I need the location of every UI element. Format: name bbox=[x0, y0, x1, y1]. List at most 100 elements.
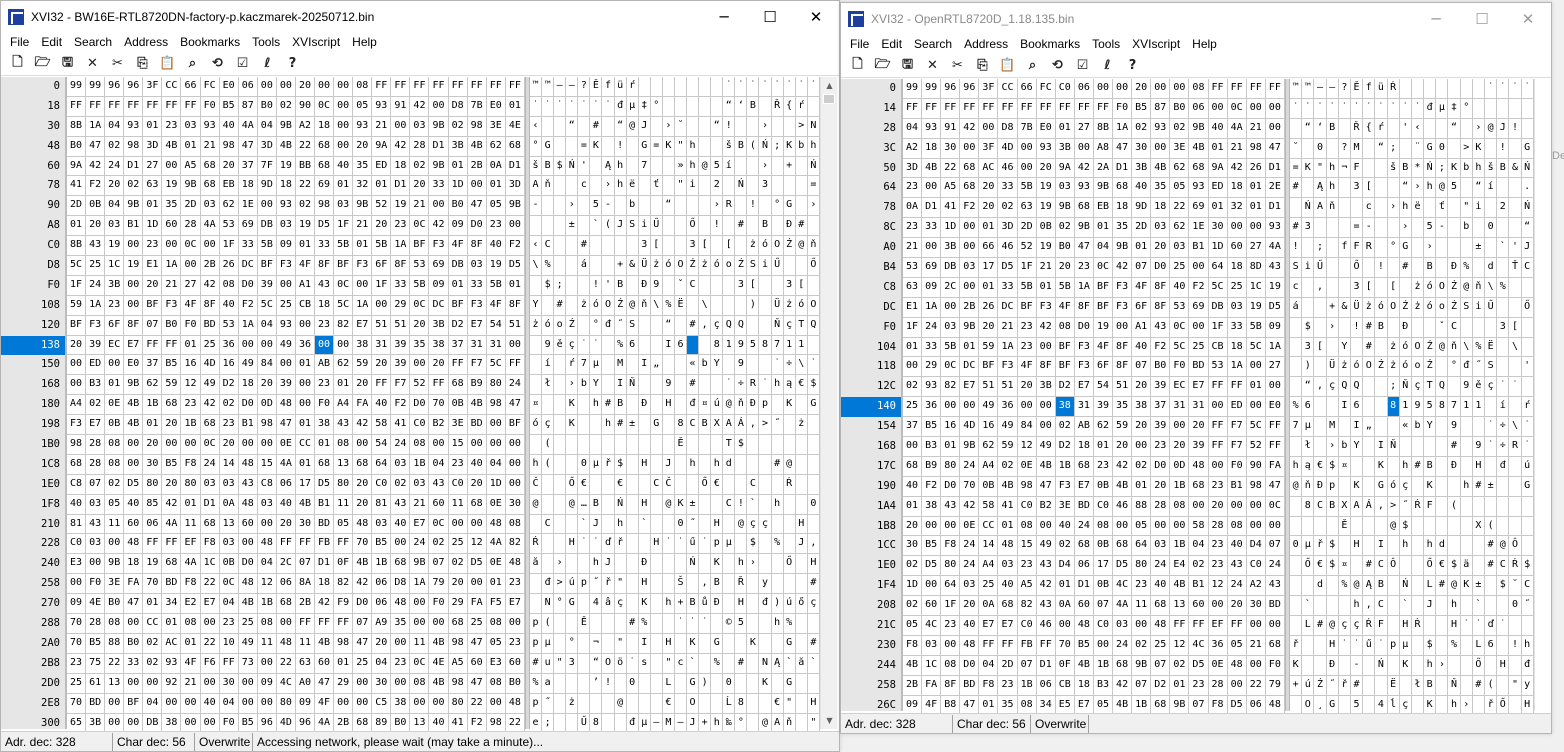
hex-byte-cell[interactable]: DC bbox=[238, 256, 258, 276]
text-char-cell[interactable]: – bbox=[566, 77, 579, 97]
text-char-cell[interactable]: H bbox=[795, 514, 808, 535]
hex-byte-cell[interactable]: 48 bbox=[257, 534, 277, 555]
text-char-cell[interactable]: – bbox=[1326, 79, 1339, 99]
text-char-cell[interactable] bbox=[626, 435, 639, 455]
hex-byte-cell[interactable]: 05 bbox=[1170, 178, 1190, 199]
text-char-cell[interactable]: h bbox=[771, 614, 784, 634]
hex-byte-cell[interactable]: 3B bbox=[448, 136, 468, 157]
hex-byte-cell[interactable]: 00 bbox=[334, 77, 354, 97]
text-char-cell[interactable] bbox=[578, 415, 591, 436]
text-char-cell[interactable] bbox=[723, 176, 736, 197]
text-char-cell[interactable]: S bbox=[1290, 258, 1303, 278]
text-char-cell[interactable]: ˙ bbox=[566, 96, 579, 117]
text-char-cell[interactable] bbox=[1521, 536, 1534, 557]
hex-byte-cell[interactable]: 93 bbox=[200, 116, 220, 137]
hex-byte-cell[interactable]: 42 bbox=[1074, 158, 1094, 179]
text-char-cell[interactable]: đ bbox=[759, 594, 772, 615]
text-char-cell[interactable]: ` bbox=[783, 653, 796, 674]
hex-byte-cell[interactable]: 00 bbox=[1246, 98, 1266, 119]
text-char-cell[interactable] bbox=[1509, 456, 1522, 477]
hex-byte-cell[interactable]: 9A bbox=[67, 156, 87, 177]
hex-byte-cell[interactable]: 98 bbox=[1246, 476, 1266, 497]
hex-byte-cell[interactable]: 1E bbox=[1189, 218, 1209, 239]
text-char-cell[interactable] bbox=[530, 275, 543, 296]
text-char-cell[interactable]: $ bbox=[735, 435, 748, 455]
text-char-cell[interactable]: H bbox=[662, 633, 675, 654]
hex-byte-cell[interactable]: A5 bbox=[941, 178, 961, 199]
text-char-cell[interactable]: ż bbox=[566, 693, 579, 714]
text-char-cell[interactable]: + bbox=[1326, 297, 1339, 318]
hex-byte-cell[interactable]: 00 bbox=[391, 633, 411, 654]
hex-byte-cell[interactable]: 0C bbox=[429, 514, 449, 535]
text-char-cell[interactable] bbox=[711, 295, 724, 316]
menu-address[interactable]: Address bbox=[118, 35, 174, 49]
hex-byte-cell[interactable]: 00 bbox=[505, 216, 525, 237]
hex-byte-cell[interactable]: 21 bbox=[903, 238, 923, 259]
hex-byte-cell[interactable]: FA bbox=[124, 574, 144, 595]
properties-icon[interactable]: ☑ bbox=[1070, 56, 1095, 76]
menu-help[interactable]: Help bbox=[1186, 37, 1223, 51]
text-char-cell[interactable] bbox=[650, 673, 663, 694]
hex-byte-cell[interactable]: D1 bbox=[505, 156, 525, 177]
text-char-cell[interactable] bbox=[699, 216, 712, 237]
menu-xviscript[interactable]: XVIscript bbox=[286, 35, 346, 49]
text-char-cell[interactable]: › bbox=[662, 116, 675, 137]
hex-byte-cell[interactable]: 20 bbox=[219, 156, 239, 177]
text-char-cell[interactable] bbox=[1387, 655, 1400, 676]
text-char-cell[interactable] bbox=[759, 275, 772, 296]
text-char-cell[interactable]: ż bbox=[578, 295, 591, 316]
text-char-cell[interactable]: ! bbox=[1509, 118, 1522, 139]
hex-byte-cell[interactable]: 2E bbox=[1265, 178, 1285, 199]
hex-byte-cell[interactable]: 2B bbox=[903, 675, 923, 696]
text-char-cell[interactable]: # bbox=[795, 216, 808, 237]
hex-byte-cell[interactable]: 15 bbox=[448, 435, 468, 455]
text-char-cell[interactable]: @ bbox=[735, 514, 748, 535]
text-char-cell[interactable]: R bbox=[723, 196, 736, 217]
hex-byte-cell[interactable]: 0E bbox=[960, 516, 980, 537]
hex-byte-cell[interactable]: 02 bbox=[448, 116, 468, 137]
hex-byte-cell[interactable]: 47 bbox=[1074, 238, 1094, 259]
hex-byte-cell[interactable]: 40 bbox=[124, 494, 144, 515]
text-char-cell[interactable]: p bbox=[578, 574, 591, 595]
hex-byte-cell[interactable]: 30 bbox=[143, 454, 163, 475]
text-char-cell[interactable]: › bbox=[602, 176, 615, 197]
hex-byte-cell[interactable]: 47 bbox=[467, 673, 487, 694]
hex-byte-cell[interactable]: 54 bbox=[1093, 377, 1114, 398]
text-char-cell[interactable]: Ň bbox=[1399, 377, 1412, 398]
hex-byte-cell[interactable]: 80 bbox=[448, 693, 468, 714]
menu-edit[interactable]: Edit bbox=[35, 35, 68, 49]
hex-byte-cell[interactable]: 4C bbox=[1113, 576, 1133, 597]
text-char-cell[interactable]: ż bbox=[699, 256, 712, 276]
text-char-cell[interactable] bbox=[1363, 437, 1376, 457]
text-char-cell[interactable]: B bbox=[1399, 158, 1412, 179]
text-char-cell[interactable]: H bbox=[807, 554, 820, 575]
text-char-cell[interactable]: h bbox=[1424, 655, 1437, 676]
text-char-cell[interactable]: " bbox=[614, 574, 627, 595]
hex-byte-cell[interactable]: 24 bbox=[1227, 576, 1247, 597]
text-char-cell[interactable] bbox=[1521, 377, 1534, 398]
hex-byte-cell[interactable]: 23 bbox=[315, 315, 335, 336]
hex-byte-cell[interactable]: A4 bbox=[334, 395, 354, 416]
hex-byte-cell[interactable]: 4C bbox=[276, 673, 296, 694]
text-char-cell[interactable] bbox=[1302, 297, 1315, 318]
text-char-cell[interactable] bbox=[1424, 437, 1437, 457]
hex-byte-cell[interactable]: 02 bbox=[903, 556, 923, 577]
hex-byte-cell[interactable]: 0C bbox=[1170, 317, 1190, 338]
text-char-cell[interactable]: 5 bbox=[1424, 397, 1437, 418]
text-char-cell[interactable] bbox=[1363, 536, 1376, 557]
hex-byte-cell[interactable]: 52 bbox=[410, 375, 430, 396]
hex-byte-cell[interactable]: 8F bbox=[1151, 297, 1171, 318]
hex-byte-cell[interactable]: 49 bbox=[238, 355, 258, 376]
hex-byte-cell[interactable]: F3 bbox=[1074, 357, 1094, 378]
hex-byte-cell[interactable]: 4B bbox=[276, 136, 296, 157]
hex-byte-cell[interactable]: 5B bbox=[410, 275, 430, 296]
hex-byte-cell[interactable]: 03 bbox=[922, 635, 942, 656]
text-char-cell[interactable] bbox=[747, 614, 760, 634]
text-char-cell[interactable] bbox=[1521, 277, 1534, 298]
text-char-cell[interactable] bbox=[1411, 258, 1425, 278]
hex-byte-cell[interactable]: FF bbox=[86, 96, 106, 117]
text-char-cell[interactable] bbox=[1375, 198, 1388, 219]
hex-byte-cell[interactable]: 98 bbox=[448, 673, 468, 694]
text-char-cell[interactable] bbox=[578, 315, 591, 336]
hex-byte-cell[interactable]: 4A bbox=[200, 216, 220, 237]
